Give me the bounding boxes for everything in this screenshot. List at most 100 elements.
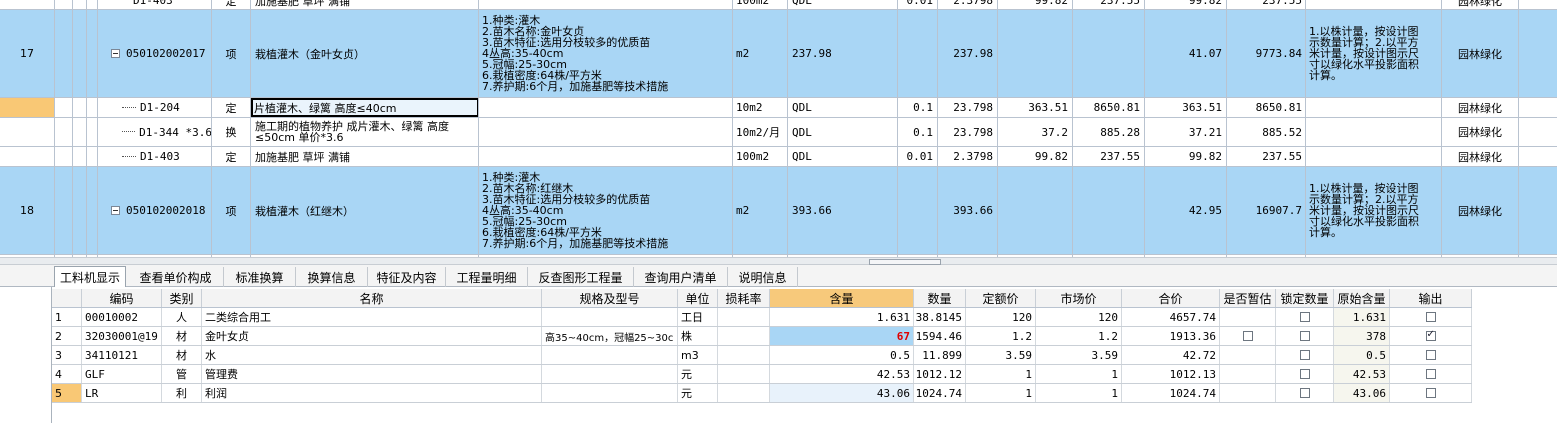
item-features: 1.种类:灌木 2.苗木名称:金叶女贞 3.苗木特征:选用分枝较多的优质苗 4丛… <box>479 10 733 97</box>
table-row[interactable]: 2 32030001@19 材 金叶女贞 高35~40cm，冠幅25~30c 株… <box>52 327 1472 346</box>
resource-original-content: 378 <box>1334 327 1390 345</box>
lock-quantity-checkbox[interactable] <box>1299 350 1310 360</box>
resource-original-content: 42.53 <box>1334 365 1390 383</box>
resource-market-price[interactable]: 120 <box>1036 308 1122 326</box>
item-code: D1-344 *3.6 <box>108 118 212 146</box>
item-type: 定 <box>225 101 237 115</box>
header-code[interactable]: 编码 <box>82 289 162 307</box>
table-row-item-17[interactable]: 17 050102002017 项 栽植灌木（金叶女贞） 1.种类:灌木 2.苗… <box>0 10 1557 98</box>
header-total[interactable]: 合价 <box>1122 289 1220 307</box>
item-name: 栽植灌木（金叶女贞） <box>255 47 365 61</box>
output-checkbox[interactable] <box>1425 369 1436 379</box>
item-category: 园林绿化 <box>1458 126 1502 139</box>
resource-market-price[interactable]: 3.59 <box>1036 346 1122 364</box>
resource-content[interactable]: 43.06 <box>770 384 914 402</box>
table-row-item-18[interactable]: 18 050102002018 项 栽植灌木（红继木） 1.种类:灌木 2.苗木… <box>0 167 1557 255</box>
value-cell: 8650.81 <box>1255 101 1302 114</box>
collapse-icon[interactable] <box>111 206 120 215</box>
lock-quantity-checkbox[interactable] <box>1299 312 1310 322</box>
tab-user-list-query[interactable]: 查询用户清单 <box>634 267 728 287</box>
resource-code: 32030001@19 <box>82 327 162 345</box>
row-number: 2 <box>52 327 82 345</box>
resource-content[interactable]: 1.631 <box>770 308 914 326</box>
resource-quantity: 38.8145 <box>914 308 966 326</box>
row-number-marker <box>0 98 54 117</box>
header-spec[interactable]: 规格及型号 <box>542 289 678 307</box>
table-row-quota[interactable]: D1-344 *3.6 换 施工期的植物养护 成片灌木、绿篱 高度 ≤50cm … <box>0 118 1557 147</box>
feature-line: 7.养护期:6个月，加施基肥等技术措施 <box>482 80 669 93</box>
lock-quantity-checkbox[interactable] <box>1299 369 1310 379</box>
header-unit[interactable]: 单位 <box>678 289 718 307</box>
table-row-quota[interactable]: D1-403 定 加施基肥 草坪 满铺 100m2 QDL 0.01 2.379… <box>0 147 1557 167</box>
resource-loss <box>718 308 770 326</box>
resource-grid: 编码 类别 名称 规格及型号 单位 损耗率 含量 数量 定额价 市场价 合价 是… <box>52 289 1472 407</box>
is-estimate-checkbox[interactable] <box>1242 331 1253 341</box>
table-row[interactable]: 1 00010002 人 二类综合用工 工日 1.631 38.8145 120… <box>52 308 1472 327</box>
lock-quantity-checkbox[interactable] <box>1299 331 1310 341</box>
resource-content-editing[interactable]: 67 <box>770 327 914 345</box>
table-row[interactable]: D1-403 定 加施基肥 草坪 满铺 100m2 QDL 0.01 2.379… <box>0 0 1557 10</box>
tab-features-content[interactable]: 特征及内容 <box>368 267 446 287</box>
output-cell <box>1390 346 1472 364</box>
table-row[interactable]: 5 LR 利 利润 元 43.06 1024.74 1 1 1024.74 43… <box>52 384 1472 403</box>
rule-line: 计算。 <box>1309 69 1342 82</box>
resource-category: 材 <box>162 327 202 345</box>
tab-unit-price-breakdown[interactable]: 查看单价构成 <box>128 267 224 287</box>
resource-quantity: 1594.46 <box>914 327 966 345</box>
estimate-cell <box>1220 308 1276 326</box>
header-lock-quantity[interactable]: 锁定数量 <box>1276 289 1334 307</box>
panel-splitter[interactable] <box>0 257 1557 265</box>
row-number: 1 <box>52 308 82 326</box>
tab-resource-display[interactable]: 工料机显示 <box>54 266 126 287</box>
resource-market-price[interactable]: 1 <box>1036 365 1122 383</box>
item-name: 加施基肥 草坪 满铺 <box>255 150 350 164</box>
resource-market-price[interactable]: 1 <box>1036 384 1122 402</box>
resource-content[interactable]: 42.53 <box>770 365 914 383</box>
tab-description[interactable]: 说明信息 <box>728 267 798 287</box>
item-code: 050102002017 <box>108 10 212 97</box>
table-row-quota[interactable]: D1-204 定 片植灌木、绿篱 高度≤40cm 10m2 QDL 0.1 23… <box>0 98 1557 118</box>
resource-category: 利 <box>162 384 202 402</box>
item-expr: QDL <box>792 101 812 114</box>
tab-reverse-graphic-quantity[interactable]: 反查图形工程量 <box>528 267 634 287</box>
lock-quantity-checkbox[interactable] <box>1299 388 1310 398</box>
resource-quantity: 11.899 <box>914 346 966 364</box>
table-row[interactable]: 3 34110121 材 水 m3 0.5 11.899 3.59 3.59 4… <box>52 346 1472 365</box>
header-original-content[interactable]: 原始含量 <box>1334 289 1390 307</box>
header-name[interactable]: 名称 <box>202 289 542 307</box>
header-quota-price[interactable]: 定额价 <box>966 289 1036 307</box>
tab-quantity-detail[interactable]: 工程量明细 <box>446 267 528 287</box>
header-content[interactable]: 含量 <box>770 289 914 307</box>
resource-grid-header: 编码 类别 名称 规格及型号 单位 损耗率 含量 数量 定额价 市场价 合价 是… <box>52 289 1472 308</box>
output-checkbox[interactable] <box>1425 312 1436 322</box>
header-loss-rate[interactable]: 损耗率 <box>718 289 770 307</box>
resource-market-price[interactable]: 1.2 <box>1036 327 1122 345</box>
tab-conversion-info[interactable]: 换算信息 <box>296 267 368 287</box>
table-row[interactable]: 4 GLF 管 管理费 元 42.53 1012.12 1 1 1012.13 … <box>52 365 1472 384</box>
value-cell: 2.3798 <box>953 0 993 7</box>
estimate-cell <box>1220 346 1276 364</box>
resource-quantity: 1024.74 <box>914 384 966 402</box>
item-code: D1-204 <box>108 98 212 117</box>
resource-content[interactable]: 0.5 <box>770 346 914 364</box>
header-is-estimate[interactable]: 是否暂估 <box>1220 289 1276 307</box>
resource-original-content: 0.5 <box>1334 346 1390 364</box>
collapse-icon[interactable] <box>111 49 120 58</box>
tree-line <box>122 131 136 133</box>
resource-code: GLF <box>82 365 162 383</box>
header-category[interactable]: 类别 <box>162 289 202 307</box>
header-output[interactable]: 输出 <box>1390 289 1472 307</box>
output-checkbox[interactable] <box>1425 388 1436 398</box>
output-checkbox[interactable] <box>1425 350 1436 360</box>
resource-quota-price: 3.59 <box>966 346 1036 364</box>
header-market-price[interactable]: 市场价 <box>1036 289 1122 307</box>
resource-quota-price: 1 <box>966 384 1036 402</box>
header-quantity[interactable]: 数量 <box>914 289 966 307</box>
tab-standard-conversion[interactable]: 标准换算 <box>224 267 296 287</box>
output-checkbox-checked[interactable] <box>1425 329 1436 341</box>
item-name-editor[interactable]: 片植灌木、绿篱 高度≤40cm <box>251 98 479 117</box>
item-code-text: 050102002017 <box>126 47 206 60</box>
resource-loss <box>718 346 770 364</box>
resource-spec: 高35~40cm，冠幅25~30c <box>542 327 678 345</box>
value-cell: 37.21 <box>1188 125 1222 139</box>
